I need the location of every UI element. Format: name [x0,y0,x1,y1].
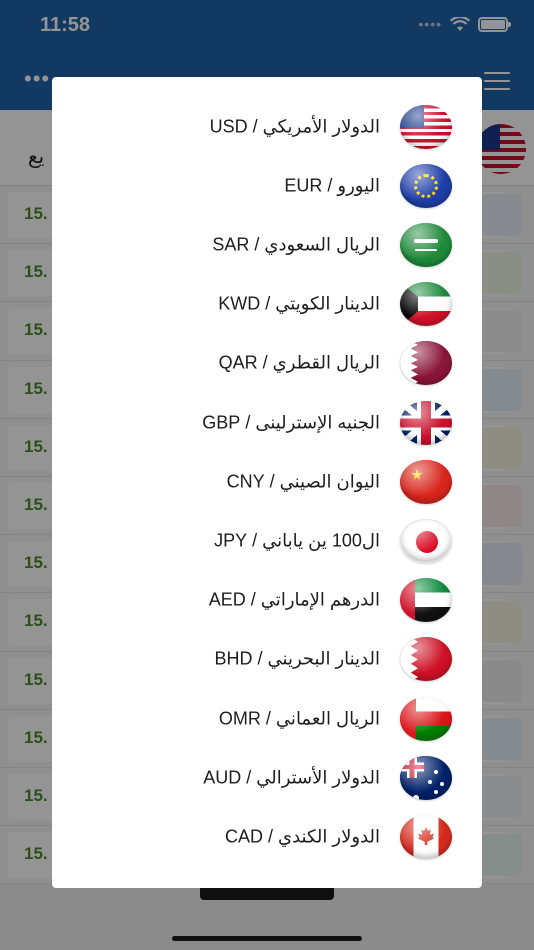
australia-flag-icon [400,755,452,800]
canada-flag-icon [400,814,452,859]
currency-label: الدولار الكندي / CAD [225,826,380,847]
uk-flag-icon [400,400,452,445]
currency-option[interactable]: الدينار البحريني / BHD [52,630,482,689]
currency-label: الدينار البحريني / BHD [214,648,380,669]
currency-option[interactable]: الدولار الأمريكي / USD [52,97,482,156]
currency-option[interactable]: اليوان الصيني / CNY [52,452,482,511]
qatar-flag-icon [400,341,452,386]
currency-option[interactable]: ال100 ين ياباني / JPY [52,511,482,570]
currency-label: الدولار الأمريكي / USD [209,116,380,137]
currency-label: الريال القطري / QAR [218,352,380,373]
currency-label: اليورو / EUR [284,175,380,196]
currency-label: الدينار الكويتي / KWD [218,293,380,314]
japan-flag-icon [400,518,452,563]
kuwait-flag-icon [400,282,452,327]
china-flag-icon [400,459,452,504]
currency-label: الجنيه الإسترلينى / GBP [202,412,380,433]
currency-picker-modal: الدولار الأمريكي / USD اليورو / EUR الريال… [52,77,482,888]
home-indicator [172,936,362,941]
us-flag-icon [400,104,452,149]
oman-flag-icon [400,696,452,741]
currency-label: الدرهم الإماراتي / AED [208,589,380,610]
currency-label: الدولار الأسترالي / AUD [203,767,380,788]
currency-option[interactable]: الجنيه الإسترلينى / GBP [52,393,482,452]
currency-option[interactable]: الريال العماني / OMR [52,689,482,748]
currency-option[interactable]: الدينار الكويتي / KWD [52,275,482,334]
bahrain-flag-icon [400,637,452,682]
currency-option[interactable]: الريال السعودي / SAR [52,215,482,274]
currency-option[interactable]: اليورو / EUR [52,156,482,215]
uae-flag-icon [400,578,452,623]
currency-label: الريال العماني / OMR [218,708,380,729]
currency-label: الريال السعودي / SAR [212,234,380,255]
currency-option[interactable]: الدرهم الإماراتي / AED [52,571,482,630]
saudi-flag-icon [400,222,452,267]
currency-option[interactable]: الدولار الكندي / CAD [52,807,482,866]
currency-label: اليوان الصيني / CNY [226,471,380,492]
eu-flag-icon [400,163,452,208]
currency-option[interactable]: الدولار الأسترالي / AUD [52,748,482,807]
currency-label: ال100 ين ياباني / JPY [214,530,380,551]
currency-option[interactable]: الريال القطري / QAR [52,334,482,393]
